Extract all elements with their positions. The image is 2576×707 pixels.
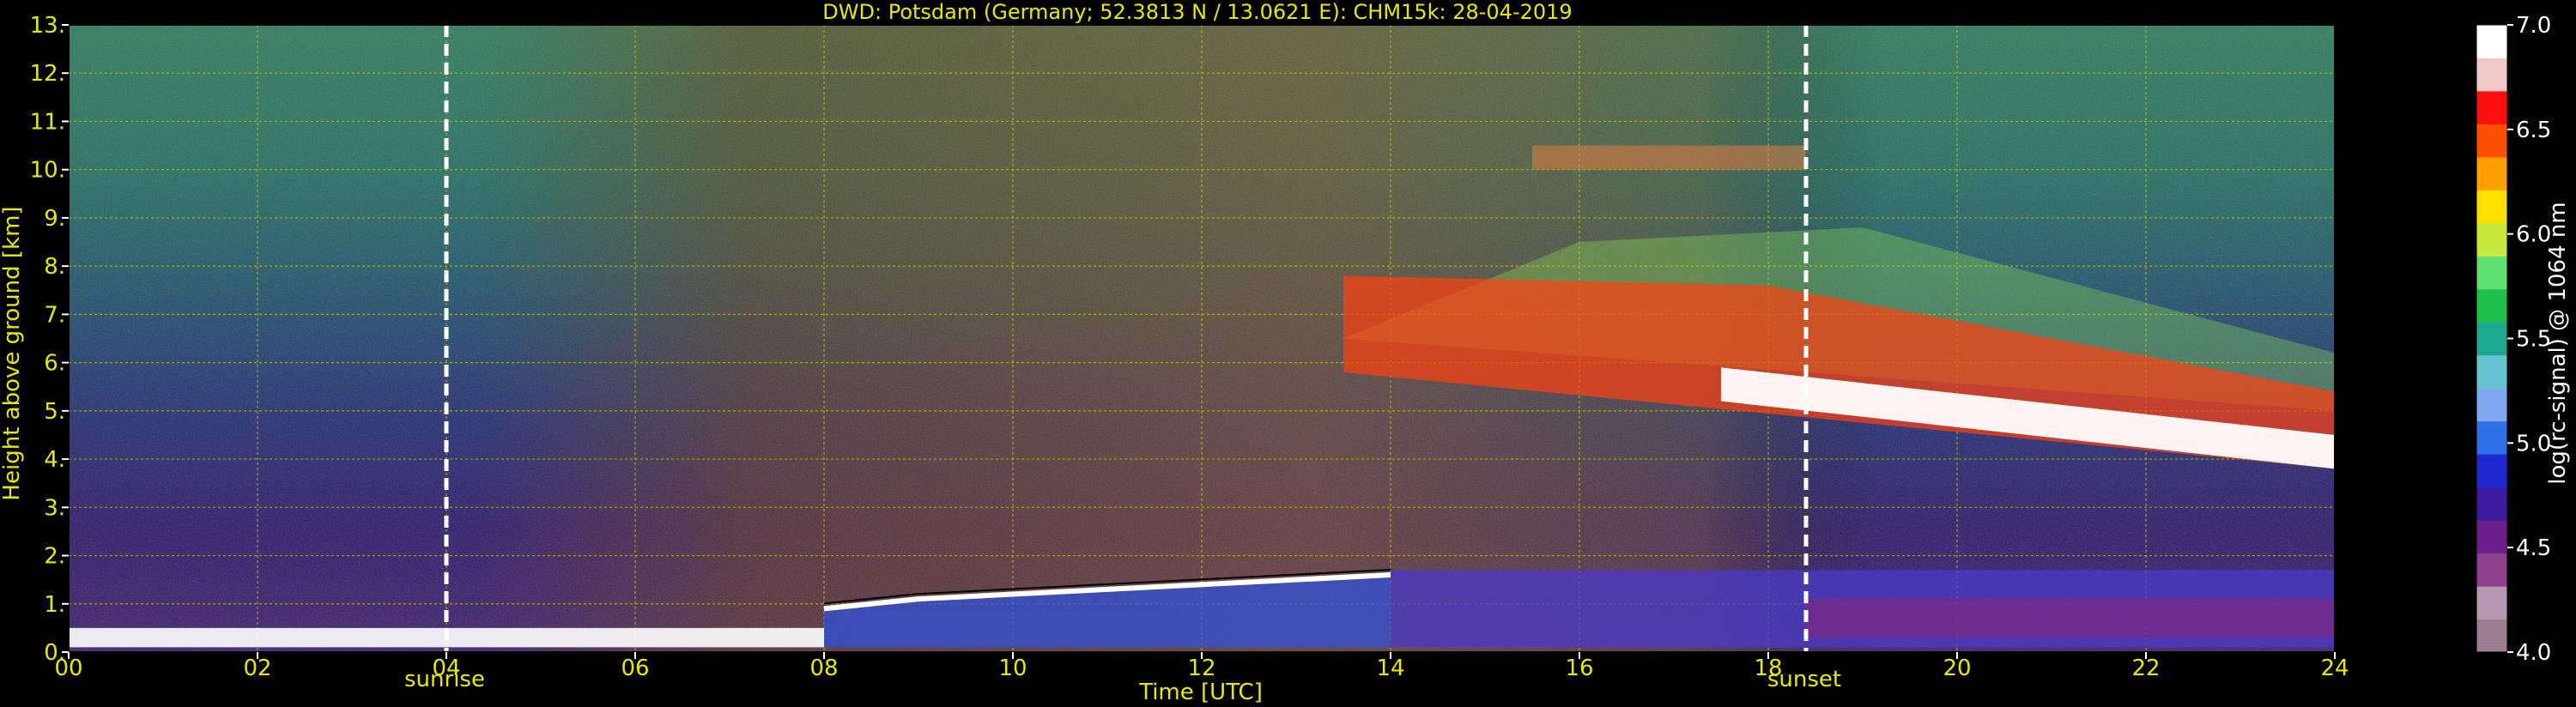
- x-tick-label: 04: [432, 656, 460, 681]
- colorbar-tick-label: 6.5: [2516, 118, 2551, 143]
- colorbar-swatch: [2476, 486, 2507, 521]
- colorbar-swatch: [2476, 25, 2507, 58]
- ceilometer-chart: sunrise sunset 00 02 04 06 08 10 12 14 16 18 20 22 24…: [0, 0, 2571, 705]
- colorbar-swatch: [2476, 586, 2507, 620]
- x-axis-label: Time [UTC]: [1138, 680, 1263, 705]
- colorbar-swatch: [2476, 619, 2507, 653]
- x-tick-label: 18: [1754, 656, 1782, 681]
- colorbar-tick-label: 4.0: [2516, 640, 2551, 666]
- y-tick-label: 6.: [44, 351, 65, 377]
- colorbar-swatch: [2476, 124, 2507, 158]
- y-tick-label: 5.: [44, 399, 65, 425]
- x-tick-label: 12: [1187, 656, 1215, 681]
- colorbar-swatch: [2476, 288, 2507, 323]
- y-tick-label: 9.: [44, 206, 65, 232]
- y-tick-label: 12.: [30, 61, 65, 87]
- colorbar-swatch: [2476, 553, 2507, 587]
- y-tick-label: 7.: [44, 302, 65, 328]
- colorbar-label: log(rc-signal) @ 1064 nm: [2545, 202, 2571, 484]
- y-tick-label: 3.: [44, 495, 65, 521]
- x-tick-label: 22: [2131, 656, 2160, 681]
- colorbar-swatch: [2476, 256, 2507, 290]
- y-tick-label: 0.: [44, 640, 65, 666]
- y-tick-label: 10.: [30, 158, 65, 184]
- high-cirrus: [1532, 145, 1806, 170]
- colorbar-swatch: [2476, 156, 2507, 190]
- x-tick-label: 08: [809, 656, 838, 681]
- colorbar-swatch: [2476, 354, 2507, 389]
- colorbar-swatch: [2476, 222, 2507, 257]
- y-tick-label: 2.: [44, 544, 65, 570]
- colorbar-swatch: [2476, 388, 2507, 422]
- colorbar-swatch: [2476, 90, 2507, 124]
- colorbar-swatch: [2476, 57, 2507, 92]
- colorbar-swatch: [2476, 322, 2507, 356]
- x-tick-label: 24: [2320, 656, 2349, 681]
- x-tick-label: 02: [243, 656, 271, 681]
- y-tick-label: 4.: [44, 447, 65, 473]
- colorbar: 4.04.55.05.56.06.57.0: [2476, 13, 2551, 666]
- y-tick-label: 1.: [44, 592, 65, 618]
- colorbar-swatch: [2476, 420, 2507, 455]
- x-tick-label: 10: [998, 656, 1027, 681]
- colorbar-tick-label: 7.0: [2516, 13, 2551, 39]
- x-tick-label: 14: [1376, 656, 1404, 681]
- night-stable-layer: [1806, 599, 2335, 638]
- y-axis-label: Height above ground [km]: [0, 206, 25, 500]
- chart-title: DWD: Potsdam (Germany; 52.3813 N / 13.06…: [822, 0, 1572, 24]
- colorbar-swatch: [2476, 454, 2507, 488]
- y-tick-label: 8.: [44, 254, 65, 280]
- colorbar-tick-label: 4.5: [2516, 535, 2551, 561]
- y-tick-label: 11.: [30, 109, 65, 135]
- colorbar-swatch: [2476, 520, 2507, 554]
- x-tick-label: 06: [621, 656, 649, 681]
- y-tick-label: 13.: [30, 13, 65, 39]
- x-tick-label: 16: [1565, 656, 1593, 681]
- colorbar-swatch: [2476, 190, 2507, 224]
- x-tick-label: 20: [1943, 656, 1971, 681]
